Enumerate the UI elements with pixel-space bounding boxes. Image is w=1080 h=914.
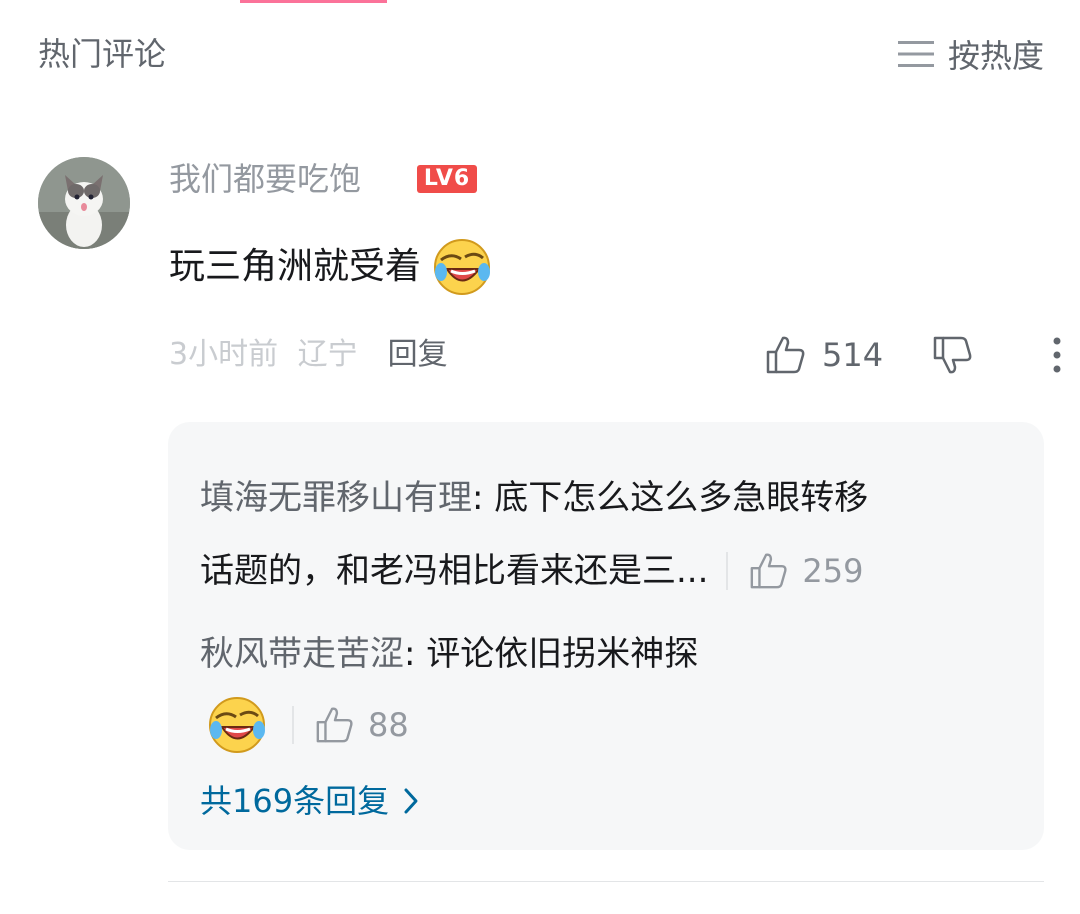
cat-avatar-icon [38, 157, 130, 249]
sub-reply-1-author[interactable]: 填海无罪移山有理 [200, 478, 472, 518]
level-badge: LV6 [417, 165, 477, 193]
thumbs-up-icon [751, 553, 787, 589]
thumbs-up-icon[interactable] [764, 333, 808, 377]
divider [292, 706, 294, 744]
comment-text: 玩三角洲就受着 [169, 236, 493, 298]
sub-reply-2-author[interactable]: 秋风带走苦涩 [200, 634, 404, 674]
sub-reply-1-line2[interactable]: 话题的，和老冯相比看来还是三... 259 [200, 549, 864, 593]
comment-time: 3小时前 [169, 337, 279, 372]
reply-button[interactable]: 回复 [388, 335, 448, 375]
username[interactable]: 我们都要吃饱 [169, 158, 361, 200]
thumbs-up-icon [316, 707, 353, 743]
like-count: 514 [822, 336, 884, 374]
sub-reply-1-like-count: 259 [802, 552, 864, 590]
sub-reply-1-text: 底下怎么这么多急眼转移 [494, 478, 869, 518]
comment-time-location: 3小时前 辽宁 [169, 335, 358, 375]
laughing-tears-emoji-icon [209, 697, 265, 753]
chevron-right-icon [404, 788, 418, 814]
sub-reply-2-like-count: 88 [368, 706, 409, 744]
section-title: 热门评论 [38, 35, 167, 73]
avatar[interactable] [38, 157, 130, 249]
comment-body: 玩三角洲就受着 [169, 246, 422, 287]
section-divider [168, 881, 1044, 882]
active-tab-indicator [240, 0, 387, 3]
sub-reply-1-line1[interactable]: 填海无罪移山有理: 底下怎么这么多急眼转移 [200, 476, 868, 520]
comment-location: 辽宁 [297, 337, 358, 372]
menu-lines-icon [897, 41, 934, 67]
sub-reply-1-colon: : [472, 478, 495, 518]
sub-reply-1-like[interactable]: 259 [748, 549, 864, 593]
divider [726, 552, 729, 590]
thumbs-down-icon[interactable] [931, 333, 975, 377]
sub-reply-2-line2: 88 [206, 694, 409, 756]
comment-meta: 3小时前 辽宁 回复 [169, 335, 448, 375]
sort-button[interactable]: 按热度 [897, 32, 1044, 76]
sort-label: 按热度 [947, 37, 1044, 75]
sub-reply-2-like[interactable]: 88 [314, 703, 409, 747]
sub-reply-2-colon: : [404, 634, 427, 674]
laughing-tears-emoji-icon [434, 239, 491, 295]
sub-reply-2-line1[interactable]: 秋风带走苦涩: 评论依旧拐米神探 [200, 632, 698, 676]
sub-reply-2-text: 评论依旧拐米神探 [426, 634, 699, 674]
comment-actions: 514 [764, 333, 1063, 377]
sub-reply-1-text-cont: 话题的，和老冯相比看来还是三... [200, 551, 709, 591]
more-replies-label: 共169条回复 [200, 782, 390, 820]
view-all-replies-button[interactable]: 共169条回复 [200, 780, 419, 822]
more-options-icon[interactable] [1051, 335, 1063, 375]
